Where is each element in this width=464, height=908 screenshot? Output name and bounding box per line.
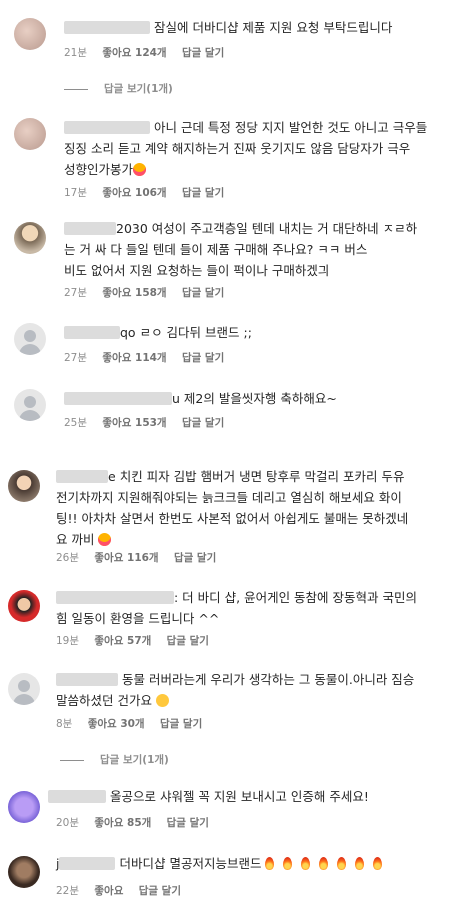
user-avatar[interactable] (8, 590, 40, 622)
comment-text-line: 징징 소리 듣고 계약 해지하는거 진짜 웃기지도 않음 담당자가 극우 (64, 141, 411, 156)
username[interactable]: e (108, 469, 116, 484)
username-blurred[interactable] (56, 591, 174, 604)
username-blurred[interactable] (64, 326, 120, 339)
reply-button[interactable]: 답글 달기 (182, 352, 224, 364)
user-avatar[interactable] (14, 18, 46, 50)
timestamp: 21분 (64, 47, 88, 59)
username-blurred[interactable] (56, 470, 108, 483)
divider (60, 759, 84, 761)
reply-button[interactable]: 답글 달기 (174, 552, 216, 564)
reply-button[interactable]: 답글 달기 (167, 635, 209, 647)
comment-text-line: 아니 근데 특정 정당 지지 발언한 것도 아니고 극우들 (153, 120, 428, 135)
username-blurred[interactable] (59, 857, 116, 870)
reply-button[interactable]: 답글 달기 (167, 817, 209, 829)
timestamp: 19분 (56, 635, 80, 647)
timestamp: 27분 (64, 287, 88, 299)
like-count[interactable]: 좋아요 (94, 885, 123, 897)
divider (64, 88, 88, 90)
fire-emoji-icon (283, 857, 293, 870)
fire-emoji-icon (265, 857, 275, 870)
tongue-emoji-icon (133, 163, 147, 176)
username-blurred[interactable] (64, 392, 172, 405)
default-avatar-icon[interactable] (14, 389, 46, 421)
user-avatar[interactable] (14, 118, 46, 150)
comment-text: 더바디샵 멸공저지능브랜드 (119, 856, 262, 871)
fire-emoji-icon (355, 857, 365, 870)
reply-button[interactable]: 답글 달기 (182, 187, 224, 199)
reply-button[interactable]: 답글 달기 (182, 417, 224, 429)
like-count[interactable]: 좋아요 124개 (102, 47, 166, 59)
comment-text-line: 힘 일동이 환영을 드립니다 ^^ (56, 611, 220, 626)
username-blurred[interactable] (64, 222, 116, 235)
username-blurred[interactable] (64, 121, 150, 134)
timestamp: 20분 (56, 817, 80, 829)
like-count[interactable]: 좋아요 114개 (102, 352, 166, 364)
timestamp: 17분 (64, 187, 88, 199)
comment-text-line: : 더 바디 샵, 윤어게인 동참에 장동혁과 국민의 (174, 590, 417, 605)
username[interactable]: qo (120, 325, 136, 340)
timestamp: 27분 (64, 352, 88, 364)
reply-button[interactable]: 답글 달기 (160, 718, 202, 730)
comment-text-line: 성향인가봉가 (64, 162, 134, 177)
like-count[interactable]: 좋아요 85개 (94, 817, 151, 829)
fire-emoji-icon (301, 857, 311, 870)
reply-button[interactable]: 답글 달기 (182, 47, 224, 59)
like-count[interactable]: 좋아요 158개 (102, 287, 166, 299)
user-avatar[interactable] (8, 470, 40, 502)
like-count[interactable]: 좋아요 153개 (102, 417, 166, 429)
comment-text: ㄹㅇ 김다뒤 브랜드 ;; (139, 325, 252, 340)
fire-emoji-icon (319, 857, 329, 870)
username-blurred[interactable] (64, 21, 150, 34)
reply-button[interactable]: 답글 달기 (182, 287, 224, 299)
comment-text-line: 치킨 피자 김밥 햄버거 냉면 탕후루 막걸리 포카리 두유 (119, 469, 405, 484)
comment-text-line: 팅!! 아차차 살면서 한번도 사본적 없어서 아쉽게도 불매는 못하겠네 (56, 511, 409, 526)
username-blurred[interactable] (56, 673, 118, 686)
timestamp: 25분 (64, 417, 88, 429)
comment-text-line: 말씀하셨던 건가요 (56, 693, 152, 708)
comment-text-line: 2030 여성이 주고객층일 텐데 내치는 거 대단하네 ㅈㄹ하 (116, 221, 418, 236)
reply-button[interactable]: 답글 달기 (139, 885, 181, 897)
user-avatar[interactable] (8, 791, 40, 823)
like-count[interactable]: 좋아요 57개 (94, 635, 151, 647)
fire-emoji-icon (373, 857, 383, 870)
thinking-emoji-icon (155, 694, 169, 707)
default-avatar-icon[interactable] (14, 323, 46, 355)
comment-text: 올공으로 샤워젤 꼭 지원 보내시고 인증해 주세요! (109, 789, 369, 804)
comment-text: 잠실에 더바디샵 제품 지원 요청 부탁드립니다 (153, 20, 393, 35)
fire-emoji-icon (337, 857, 347, 870)
default-avatar-icon[interactable] (8, 673, 40, 705)
comment-text-line: 는 거 싸 다 들일 텐데 들이 제품 구매해 주나요? ㅋㅋ 버스 (64, 242, 368, 257)
username-blurred[interactable] (48, 790, 106, 803)
like-count[interactable]: 좋아요 30개 (88, 718, 145, 730)
user-avatar[interactable] (14, 222, 46, 254)
comment-text: 제2의 발을씻자행 축하해요~ (183, 391, 337, 406)
view-replies-button[interactable]: 답글 보기(1개) (64, 81, 173, 96)
like-count[interactable]: 좋아요 116개 (94, 552, 158, 564)
tongue-emoji-icon (98, 533, 112, 546)
timestamp: 26분 (56, 552, 80, 564)
timestamp: 22분 (56, 885, 80, 897)
view-replies-button[interactable]: 답글 보기(1개) (60, 752, 169, 767)
comment-text-line: 동물 러버라는게 우리가 생각하는 그 동물이.아니라 짐승 (121, 672, 415, 687)
like-count[interactable]: 좋아요 106개 (102, 187, 166, 199)
comment-text-line: 요 까비 (56, 532, 95, 547)
username[interactable]: u (172, 391, 180, 406)
timestamp: 8분 (56, 718, 73, 730)
comment-text-line: 비도 없어서 지원 요청하는 들이 퍽이나 구매하겠긔 (64, 263, 330, 278)
comment-text-line: 전기차까지 지원해줘야되는 늙크크들 데리고 열심히 해보세요 화이 (56, 490, 402, 505)
user-avatar[interactable] (8, 856, 40, 888)
